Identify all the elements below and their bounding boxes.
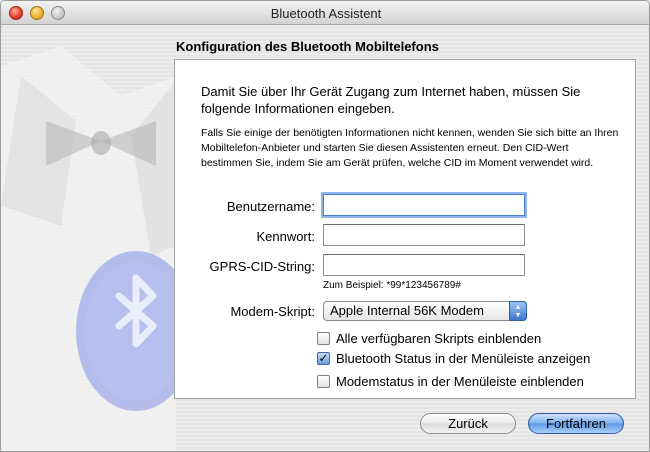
modem-status-checkbox[interactable] xyxy=(317,375,330,388)
title-bar[interactable]: Bluetooth Assistent xyxy=(1,1,649,25)
continue-button[interactable]: Fortfahren xyxy=(528,413,624,434)
gprs-cid-label: GPRS-CID-String: xyxy=(209,259,315,274)
modem-script-popup[interactable]: Apple Internal 56K Modem ▲ ▼ xyxy=(323,301,527,321)
modem-status-label: Modemstatus in der Menüleiste einblenden xyxy=(336,374,584,389)
popup-arrows-icon[interactable]: ▲ ▼ xyxy=(509,301,527,321)
page-heading: Konfiguration des Bluetooth Mobiltelefon… xyxy=(176,39,439,54)
gprs-cid-hint: Zum Beispiel: *99*123456789# xyxy=(323,280,461,291)
modem-script-label: Modem-Skript: xyxy=(230,304,315,319)
assistant-window: Bluetooth Assistent Konfiguration des Bl… xyxy=(0,0,650,452)
intro-text: Damit Sie über Ihr Gerät Zugang zum Inte… xyxy=(201,84,581,116)
show-all-scripts-label: Alle verfügbaren Skripts einblenden xyxy=(336,331,542,346)
bluetooth-status-checkbox[interactable]: ✓ xyxy=(317,352,330,365)
password-field[interactable] xyxy=(323,224,525,246)
gprs-cid-field[interactable] xyxy=(323,254,525,276)
username-field[interactable] xyxy=(323,194,525,216)
note-text: Falls Sie einige der benötigten Informat… xyxy=(201,127,619,169)
back-button[interactable]: Zurück xyxy=(420,413,516,434)
username-label: Benutzername: xyxy=(226,199,315,214)
tuxedo-bluetooth-illustration xyxy=(1,46,176,451)
show-all-scripts-checkbox[interactable] xyxy=(317,332,330,345)
bluetooth-status-label: Bluetooth Status in der Menüleiste anzei… xyxy=(336,351,591,366)
settings-panel: Damit Sie über Ihr Gerät Zugang zum Inte… xyxy=(174,59,636,399)
modem-script-selected: Apple Internal 56K Modem xyxy=(330,303,484,318)
window-title: Bluetooth Assistent xyxy=(270,6,382,21)
password-label: Kennwort: xyxy=(256,229,315,244)
